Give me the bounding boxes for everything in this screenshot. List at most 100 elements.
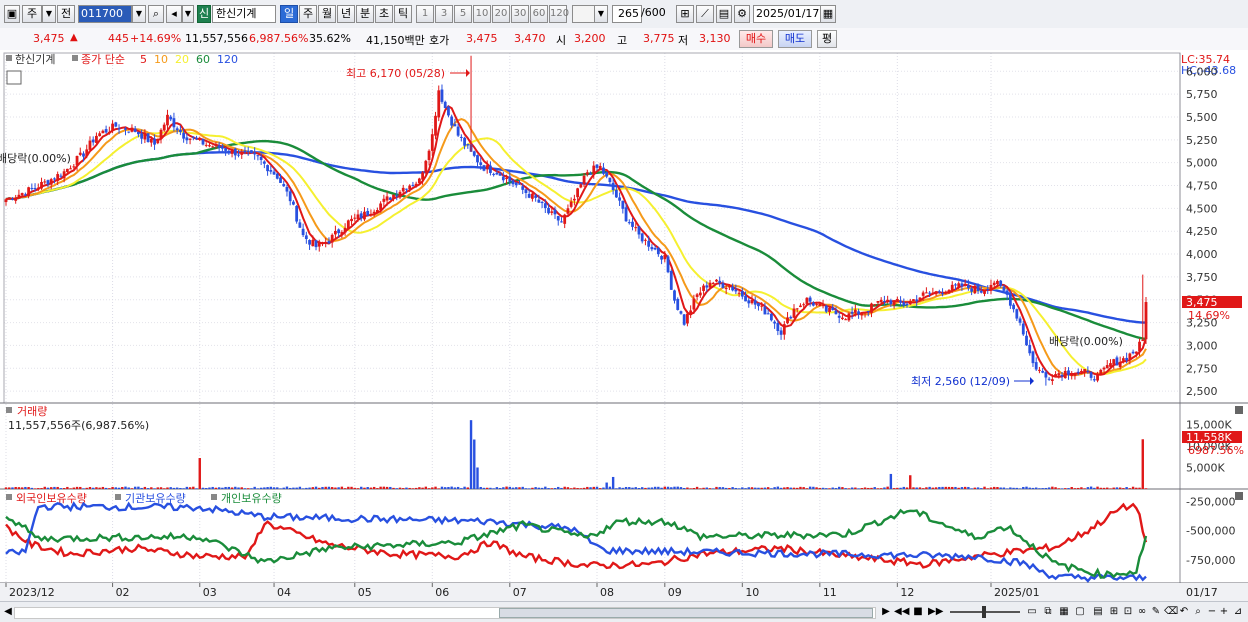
- prev-button[interactable]: 전: [57, 5, 75, 23]
- stock-code-input[interactable]: 011700: [78, 5, 132, 23]
- candle-body: [866, 310, 870, 312]
- stop-icon[interactable]: ■: [912, 605, 924, 619]
- period-tab-6[interactable]: 틱: [394, 5, 412, 23]
- volume-bar: [398, 487, 402, 489]
- search-icon[interactable]: ⌕: [148, 5, 164, 23]
- candle-body: [153, 138, 156, 145]
- scroll-track[interactable]: [14, 607, 876, 619]
- candle-body: [737, 292, 741, 294]
- x-tick-0: 2023/12: [9, 586, 55, 599]
- search-zoom-icon[interactable]: ⌕: [1192, 605, 1204, 619]
- volume-bar: [382, 486, 386, 489]
- x-tick-7: 08: [600, 586, 614, 599]
- interval-dropdown-icon[interactable]: ▼: [594, 5, 608, 23]
- scroll-thumb[interactable]: [499, 608, 873, 618]
- current-pct-tag: 14.69%: [1188, 309, 1230, 322]
- speaker-icon[interactable]: ◂: [166, 5, 182, 23]
- minute-tab-1[interactable]: 1: [416, 5, 434, 23]
- zoom-out-icon[interactable]: −: [1206, 605, 1218, 619]
- grid-icon[interactable]: ▦: [1058, 605, 1070, 619]
- period-tab-0[interactable]: 일: [280, 5, 298, 23]
- volume-bar: [841, 487, 844, 489]
- volume-bar: [169, 487, 172, 489]
- volume-bar: [30, 487, 34, 489]
- candle-body: [434, 115, 437, 136]
- fast-forward-icon[interactable]: ▶▶: [928, 605, 943, 619]
- buy-button[interactable]: 매수: [739, 30, 773, 48]
- period-tab-3[interactable]: 년: [337, 5, 355, 23]
- speaker-dropdown-icon[interactable]: ▼: [182, 5, 194, 23]
- candle-body: [198, 138, 202, 140]
- candle-body: [453, 124, 457, 127]
- candle-body: [973, 285, 977, 294]
- minute-tab-120[interactable]: 120: [549, 5, 569, 23]
- volume-bar: [873, 487, 876, 489]
- eval-button[interactable]: 평: [817, 30, 837, 48]
- candle-body: [950, 284, 954, 291]
- period-tab-5[interactable]: 초: [375, 5, 393, 23]
- brush-icon[interactable]: ✎: [1150, 605, 1162, 619]
- volume-bar: [1028, 487, 1031, 489]
- market-select[interactable]: 주: [22, 5, 42, 23]
- volume-bar: [938, 486, 941, 489]
- chart-list-icon[interactable]: ▤: [1092, 605, 1104, 619]
- indicator-icon[interactable]: ⊞: [676, 5, 694, 23]
- minute-tab-20[interactable]: 20: [492, 5, 510, 23]
- chart-area[interactable]: 한신기계 종가 단순 5 10 20 60 120 LC:35.74 HC:-43.68…: [0, 50, 1248, 601]
- eraser-icon[interactable]: ⌫: [1164, 605, 1178, 619]
- minute-tab-3[interactable]: 3: [435, 5, 453, 23]
- volume-bar: [889, 473, 893, 489]
- volume-panel-maximize-icon[interactable]: [1235, 406, 1243, 414]
- minute-tab-5[interactable]: 5: [454, 5, 472, 23]
- x-tick-4: 05: [358, 586, 372, 599]
- candle-body: [518, 183, 521, 185]
- sell-button[interactable]: 매도: [778, 30, 812, 48]
- candle-body: [934, 291, 938, 295]
- tile-icon[interactable]: ⊞: [1108, 605, 1120, 619]
- candle-body: [130, 127, 134, 132]
- price-tick-3: 5,250: [1186, 134, 1218, 147]
- code-dropdown-icon[interactable]: ▼: [132, 5, 146, 23]
- link-icon[interactable]: ∞: [1136, 605, 1148, 619]
- period-tab-4[interactable]: 분: [356, 5, 374, 23]
- volume-bar: [773, 487, 776, 489]
- layout-icon[interactable]: ▭: [1026, 605, 1038, 619]
- volume-bar: [644, 487, 647, 489]
- market-dropdown-icon[interactable]: ▼: [42, 5, 56, 23]
- date-input[interactable]: 2025/01/17: [753, 5, 821, 23]
- rewind-icon[interactable]: ◀◀: [894, 605, 909, 619]
- minute-tab-30[interactable]: 30: [511, 5, 529, 23]
- zoom-in-icon[interactable]: +: [1218, 605, 1230, 619]
- save-icon[interactable]: ▤: [716, 5, 732, 23]
- scroll-right-icon[interactable]: ▶: [880, 605, 892, 619]
- chart-menu-icon[interactable]: ▣: [4, 5, 20, 23]
- candle-body: [669, 270, 673, 290]
- candle-body: [1121, 358, 1125, 361]
- volume-bar: [124, 486, 127, 489]
- compare-icon[interactable]: ⧉: [1042, 605, 1054, 619]
- volume-bar: [434, 486, 437, 489]
- candle-body: [201, 139, 205, 145]
- volume-bar: [1076, 487, 1080, 489]
- candle-body: [979, 290, 983, 293]
- count-input[interactable]: 265: [612, 5, 642, 23]
- candle-body: [1054, 374, 1057, 378]
- minute-tab-10[interactable]: 10: [473, 5, 491, 23]
- chart-options-icon[interactable]: [6, 70, 22, 85]
- zoom-slider-handle[interactable]: [982, 606, 986, 618]
- holding-panel-maximize-icon[interactable]: [1235, 492, 1243, 500]
- scroll-left-icon[interactable]: ◀: [2, 605, 14, 619]
- undo-icon[interactable]: ↶: [1178, 605, 1190, 619]
- volume-bar: [389, 486, 392, 489]
- period-tab-1[interactable]: 주: [299, 5, 317, 23]
- period-tab-2[interactable]: 월: [318, 5, 336, 23]
- gear-icon[interactable]: ⚙: [734, 5, 750, 23]
- volume-bar: [660, 487, 663, 489]
- zoom-box-icon[interactable]: ⊡: [1122, 605, 1134, 619]
- minute-tab-60[interactable]: 60: [530, 5, 548, 23]
- draw-tool-icon[interactable]: ⟋: [696, 5, 714, 23]
- volume-bar: [957, 487, 960, 489]
- zoom-fit-icon[interactable]: ⊿: [1232, 605, 1244, 619]
- calendar-icon[interactable]: ▦: [820, 5, 836, 23]
- window-icon[interactable]: ▢: [1074, 605, 1086, 619]
